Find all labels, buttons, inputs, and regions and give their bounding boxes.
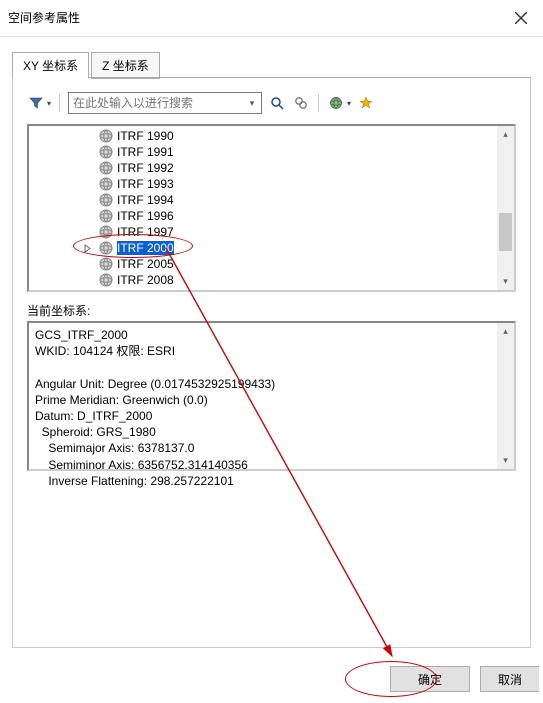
find-all-icon [294, 96, 308, 110]
dialog-body: XY 坐标系 Z 坐标系 ▾ ▾ [0, 37, 543, 656]
search-combo[interactable]: ▾ [68, 92, 262, 114]
tab-label: Z 坐标系 [102, 59, 149, 73]
detail-line: Prime Meridian: Greenwich (0.0) [35, 393, 208, 407]
detail-line: Spheroid: GRS_1980 [35, 425, 156, 439]
tree-item-label: ITRF 1997 [117, 225, 174, 239]
search-input[interactable] [69, 93, 243, 113]
coord-sys-tree: ITRF 1990 ITRF 1991 ITRF 1992 ITRF 1993 [27, 124, 516, 292]
tree-item[interactable]: ITRF 1993 [29, 176, 514, 192]
dialog-window: 空间参考属性 XY 坐标系 Z 坐标系 [0, 0, 543, 703]
search-button[interactable] [268, 94, 286, 112]
tab-panel-xy: ▾ ▾ [12, 77, 531, 648]
search-icon [270, 96, 284, 110]
current-crs-details: GCS_ITRF_2000 WKID: 104124 权限: ESRI Angu… [27, 321, 516, 471]
new-crs-dropdown-caret[interactable]: ▾ [347, 99, 351, 108]
window-title: 空间参考属性 [8, 0, 80, 36]
tree-item-label: ITRF 1990 [117, 129, 174, 143]
title-bar: 空间参考属性 [0, 0, 543, 37]
tree-item[interactable]: ITRF 2005 [29, 256, 514, 272]
close-button[interactable] [498, 0, 543, 36]
tab-xy[interactable]: XY 坐标系 [12, 52, 89, 79]
tree-item[interactable]: ITRF 1991 [29, 144, 514, 160]
detail-line: Semiminor Axis: 6356752.314140356 [35, 458, 248, 472]
tree-item[interactable]: ITRF 1994 [29, 192, 514, 208]
new-crs-button[interactable] [327, 94, 345, 112]
scroll-down-button[interactable]: ▾ [497, 273, 514, 290]
globe-icon [99, 177, 113, 191]
tab-label: XY 坐标系 [23, 59, 78, 73]
tree-item-label: ITRF 1994 [117, 193, 174, 207]
globe-icon [99, 161, 113, 175]
globe-icon [99, 257, 113, 271]
cancel-button[interactable]: 取消 [480, 666, 539, 692]
tree-item-selected[interactable]: ITRF 2000 [29, 240, 514, 256]
favorite-button[interactable] [357, 94, 375, 112]
globe-icon [99, 273, 113, 287]
scroll-thumb[interactable] [499, 213, 512, 251]
globe-icon [99, 193, 113, 207]
filter-dropdown-caret[interactable]: ▾ [47, 99, 51, 108]
filter-button[interactable] [27, 94, 45, 112]
scroll-up-button[interactable]: ▴ [497, 323, 514, 340]
star-icon [359, 96, 373, 110]
tab-z[interactable]: Z 坐标系 [91, 52, 160, 79]
button-label: 确定 [418, 671, 442, 688]
search-toolbar: ▾ ▾ [27, 92, 516, 114]
tree-item-label: ITRF 2005 [117, 257, 174, 271]
tree-item-label: ITRF 1992 [117, 161, 174, 175]
tree-item[interactable]: ITRF 1997 [29, 224, 514, 240]
detail-line: WKID: 104124 权限: ESRI [35, 344, 175, 358]
separator [318, 94, 319, 112]
separator [59, 94, 60, 112]
tree-item-label: ITRF 2008 [117, 273, 174, 287]
tab-strip: XY 坐标系 Z 坐标系 [12, 51, 531, 78]
expand-icon[interactable] [83, 244, 92, 253]
tree-item[interactable]: ITRF 1992 [29, 160, 514, 176]
tree-scrollbar[interactable]: ▴ ▾ [497, 126, 514, 290]
globe-icon [329, 96, 343, 110]
search-all-button[interactable] [292, 94, 310, 112]
tree-item[interactable]: ITRF 2008 [29, 272, 514, 288]
tree-item[interactable]: ITRF 1996 [29, 208, 514, 224]
dialog-footer: 确定 取消 [0, 655, 543, 703]
detail-line: Semimajor Axis: 6378137.0 [35, 441, 194, 455]
tree-inner: ITRF 1990 ITRF 1991 ITRF 1992 ITRF 1993 [29, 126, 514, 290]
tree-item-label: ITRF 1996 [117, 209, 174, 223]
globe-icon [99, 225, 113, 239]
detail-line: Inverse Flattening: 298.257222101 [35, 474, 234, 488]
globe-icon [99, 209, 113, 223]
filter-icon [29, 96, 43, 110]
button-label: 取消 [498, 671, 522, 688]
search-dropdown-caret[interactable]: ▾ [243, 93, 261, 113]
details-scrollbar[interactable]: ▴ ▾ [497, 323, 514, 469]
close-icon [515, 12, 527, 24]
detail-line: GCS_ITRF_2000 [35, 328, 128, 342]
scroll-track[interactable] [497, 143, 514, 273]
tree-item-label: ITRF 1993 [117, 177, 174, 191]
scroll-up-button[interactable]: ▴ [497, 126, 514, 143]
current-crs-label: 当前坐标系: [27, 302, 516, 319]
scroll-track[interactable] [497, 340, 514, 452]
tree-item-label: ITRF 1991 [117, 145, 174, 159]
globe-icon [99, 241, 113, 255]
tree-item[interactable]: ITRF 1990 [29, 128, 514, 144]
detail-line: Datum: D_ITRF_2000 [35, 409, 152, 423]
scroll-down-button[interactable]: ▾ [497, 452, 514, 469]
globe-icon [99, 145, 113, 159]
detail-line: Angular Unit: Degree (0.0174532925199433… [35, 377, 275, 391]
globe-icon [99, 129, 113, 143]
tree-item-label: ITRF 2000 [117, 241, 174, 255]
ok-button[interactable]: 确定 [390, 666, 470, 692]
